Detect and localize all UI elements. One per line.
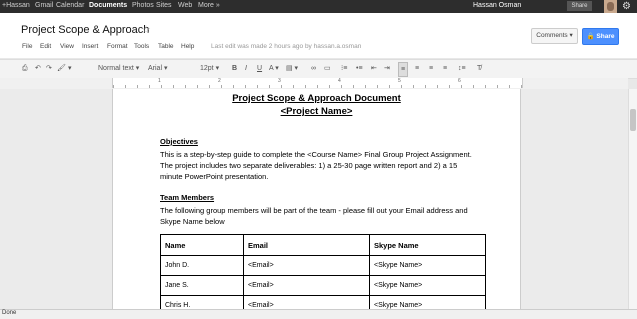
menu-file[interactable]: File [22,43,32,50]
nav-plus-hassan[interactable]: +Hassan [2,2,30,9]
nav-photos[interactable]: Photos [132,2,154,9]
document-page[interactable]: Project Scope & Approach Document <Proje… [112,89,521,309]
redo-icon[interactable]: ↷ [46,62,52,75]
nav-gmail[interactable]: Gmail [35,2,53,9]
align-center-icon[interactable]: ≡ [415,62,419,75]
numbered-list-icon[interactable]: ⁝≡ [341,62,347,75]
style-label: Normal text [98,65,134,72]
scrollbar-thumb[interactable] [630,109,636,131]
star-icon[interactable]: ☆ [141,23,151,36]
objectives-heading: Objectives [160,137,198,146]
doc-title-heading: Project Scope & Approach Document [232,93,401,104]
vertical-scrollbar[interactable] [628,89,637,309]
avatar-face [607,2,614,11]
nav-web[interactable]: Web [178,2,192,9]
gear-icon[interactable]: ⚙ [622,0,631,13]
table-header-name: Name [160,234,244,256]
line-spacing-icon[interactable]: ↕≡ [458,62,466,75]
table-cell[interactable]: Jane S. [160,275,244,296]
table-cell[interactable]: <Email> [243,275,370,296]
table-row: Chris H. <Email> <Skype Name> [160,295,486,309]
table-cell[interactable]: <Skype Name> [369,275,486,296]
text-color-icon[interactable]: A ▾ [269,62,279,75]
table-cell[interactable]: <Skype Name> [369,255,486,276]
status-text: Done [2,310,17,316]
formatting-toolbar: ⎙ ↶ ↷ 🖌 ▾ Normal text ▾ Arial ▾ 12pt ▾ B… [0,59,637,79]
team-members-paragraph: The following group members will be part… [160,206,468,226]
menu-view[interactable]: View [60,43,74,50]
ruler-number: 6 [458,78,461,84]
menu-insert[interactable]: Insert [82,43,98,50]
table-row: Jane S. <Email> <Skype Name> [160,275,486,296]
top-share-button[interactable]: Share [567,1,592,11]
google-bar: +Hassan Gmail Calendar Documents Photos … [0,0,637,13]
table-cell[interactable]: <Email> [243,255,370,276]
bulleted-list-icon[interactable]: •≡ [356,62,363,75]
menu-format[interactable]: Format [107,43,128,50]
document-canvas: Project Scope & Approach Document <Proje… [0,89,628,309]
share-button[interactable]: 🔒 Share [582,28,619,45]
avatar[interactable] [604,0,617,13]
table-cell[interactable]: <Skype Name> [369,295,486,309]
nav-documents[interactable]: Documents [89,2,127,9]
ruler-number: 3 [278,78,281,84]
team-table[interactable]: Name Email Skype Name John D. <Email> <S… [160,234,486,309]
style-select[interactable]: Normal text ▾ [98,62,139,75]
font-select[interactable]: Arial ▾ [148,62,167,75]
ruler-scale[interactable]: 1 2 3 4 5 6 [112,78,523,88]
align-right-icon[interactable]: ≡ [429,62,433,75]
doc-header: Project Scope & Approach ☆ File Edit Vie… [0,13,637,58]
table-row: John D. <Email> <Skype Name> [160,255,486,276]
clear-formatting-icon[interactable]: T̸ [477,62,481,75]
bold-icon[interactable]: B [232,62,237,75]
user-name[interactable]: Hassan Osman [473,2,521,9]
increase-indent-icon[interactable]: ⇥ [384,62,390,75]
size-label: 12pt [200,65,214,72]
link-icon[interactable]: ∞ [311,62,316,75]
menu-tools[interactable]: Tools [134,43,149,50]
table-cell[interactable]: <Email> [243,295,370,309]
print-icon[interactable]: ⎙ [22,62,28,75]
highlight-color-icon[interactable]: ▤ ▾ [286,62,298,75]
team-members-heading: Team Members [160,193,215,202]
menu-help[interactable]: Help [181,43,194,50]
undo-icon[interactable]: ↶ [35,62,41,75]
table-cell[interactable]: John D. [160,255,244,276]
document-title[interactable]: Project Scope & Approach [21,24,149,36]
underline-icon[interactable]: U [257,62,262,75]
nav-more[interactable]: More » [198,2,220,9]
table-header-skype: Skype Name [369,234,486,256]
nav-calendar[interactable]: Calendar [56,2,84,9]
objectives-paragraph: This is a step-by-step guide to complete… [160,150,472,181]
align-justify-icon[interactable]: ≡ [443,62,447,75]
table-header-row: Name Email Skype Name [160,234,486,256]
table-cell[interactable]: Chris H. [160,295,244,309]
last-edit-status[interactable]: Last edit was made 2 hours ago by hassan… [211,43,361,50]
align-left-icon[interactable]: ≡ [398,62,409,77]
decrease-indent-icon[interactable]: ⇤ [371,62,377,75]
ruler-number: 1 [158,78,161,84]
ruler-number: 5 [398,78,401,84]
doc-subtitle: <Project Name> [280,106,353,117]
ruler-number: 2 [218,78,221,84]
table-header-email: Email [243,234,370,256]
menu-table[interactable]: Table [158,43,174,50]
ruler-number: 4 [338,78,341,84]
comments-button[interactable]: Comments ▾ [531,28,578,44]
menu-edit[interactable]: Edit [40,43,51,50]
nav-sites[interactable]: Sites [156,2,172,9]
chevron-down-icon[interactable]: ▾ [68,62,72,75]
comment-icon[interactable]: ▭ [324,62,331,75]
paint-format-icon[interactable]: 🖌 [57,62,66,75]
size-select[interactable]: 12pt ▾ [200,62,219,75]
italic-icon[interactable]: I [245,62,247,75]
font-label: Arial [148,65,163,72]
